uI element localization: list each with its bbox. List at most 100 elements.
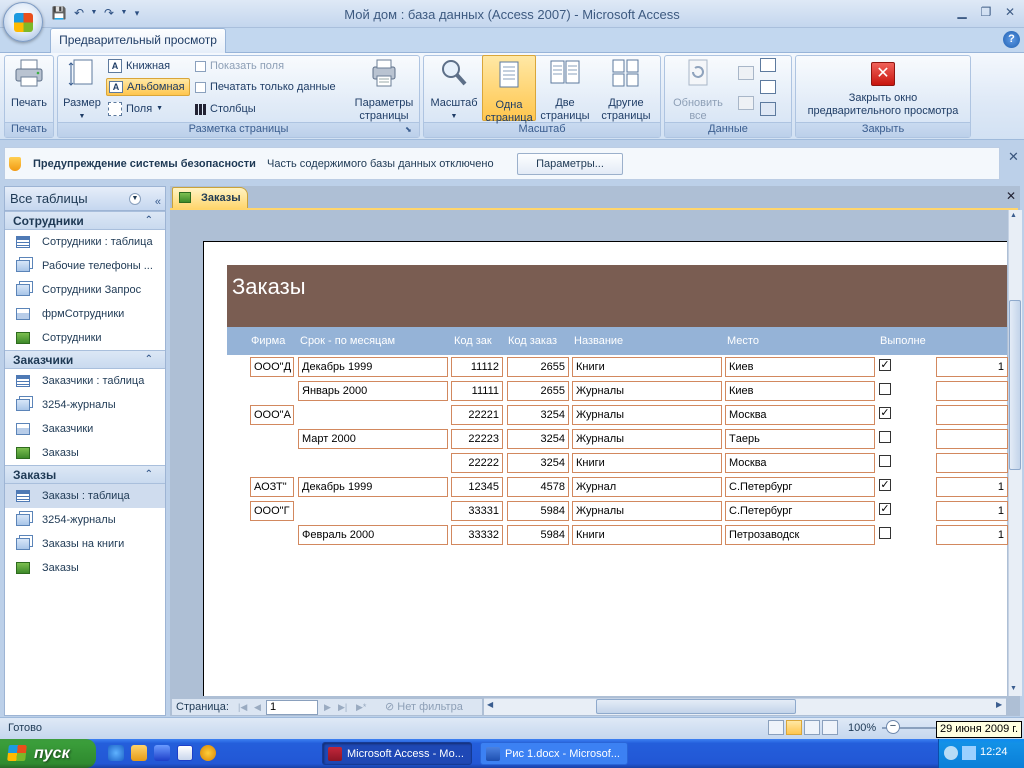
table-icon [16, 236, 30, 248]
one-page-button[interactable]: Одна страница [482, 55, 536, 124]
security-options-button[interactable]: Параметры... [517, 153, 623, 175]
doc-tab-orders[interactable]: Заказы [172, 187, 248, 209]
collapse-group-icon[interactable]: ⌃ [145, 212, 153, 230]
zoom-out-icon[interactable]: − [886, 720, 900, 734]
prev-page-icon[interactable]: ◀ [254, 699, 261, 715]
nav-item-label: Рабочие телефоны ... [42, 260, 153, 272]
ie-icon[interactable] [108, 745, 124, 761]
zoom-percent[interactable]: 100% [848, 722, 876, 734]
nav-item[interactable]: Заказчики : таблица [5, 369, 165, 393]
export-excel-icon[interactable] [738, 66, 754, 80]
show-fields-checkbox[interactable]: Показать поля [195, 57, 284, 75]
windows-flag-icon [7, 745, 27, 761]
nav-group-label: Заказчики [13, 353, 74, 367]
explorer-icon[interactable] [131, 745, 147, 761]
dialog-launcher-icon[interactable]: ⬊ [405, 125, 412, 134]
next-page-icon[interactable]: ▶ [324, 699, 331, 715]
zoom-button[interactable]: Масштаб ▼ [428, 57, 480, 123]
media-player-icon[interactable] [200, 745, 216, 761]
customize-qat-icon[interactable]: ▾ [130, 5, 144, 21]
nav-group-header[interactable]: Сотрудники ⌃ [5, 211, 165, 230]
view-print-preview-icon[interactable] [768, 720, 784, 735]
cell-place: Киев [725, 357, 875, 377]
two-pages-button[interactable]: Две страницы [538, 57, 592, 123]
margins-button[interactable]: Поля ▼ [108, 100, 163, 118]
task-access[interactable]: Microsoft Access - Мо... [322, 742, 472, 765]
nav-dropdown-icon[interactable]: ▼ [129, 193, 141, 205]
view-layout-icon[interactable] [804, 720, 820, 735]
close-preview-button[interactable]: ✕ Закрыть окно предварительного просмотр… [797, 57, 969, 118]
undo-icon[interactable]: ↶ [70, 5, 88, 21]
last-page-icon[interactable]: ▶| [338, 699, 347, 715]
view-report-icon[interactable] [786, 720, 802, 735]
other-pages-button[interactable]: Другие страницы [594, 57, 658, 123]
portrait-button[interactable]: A Книжная [108, 57, 170, 75]
report-icon [16, 562, 30, 574]
nav-group-header[interactable]: Заказчики ⌃ [5, 350, 165, 369]
close-window-icon[interactable]: ✕ [999, 4, 1021, 20]
tray-arrow-icon[interactable] [944, 746, 958, 760]
export-more-icon[interactable] [760, 102, 776, 116]
nav-item[interactable]: Заказчики [5, 417, 165, 441]
vertical-scroll-thumb[interactable] [1009, 300, 1021, 470]
print-data-only-checkbox[interactable]: Печатать только данные [195, 78, 336, 96]
nav-header[interactable]: Все таблицы ▼ « [5, 187, 165, 211]
help-icon[interactable]: ? [1003, 31, 1020, 48]
quick-access-toolbar: 💾 ↶ ▼ ↷ ▼ ▾ [50, 5, 144, 23]
horizontal-scroll-thumb[interactable] [596, 699, 796, 714]
nav-item[interactable]: Заказы на книги [5, 532, 165, 556]
nav-item[interactable]: Заказы [5, 556, 165, 580]
first-page-icon[interactable]: |◀ [238, 699, 247, 715]
nav-item[interactable]: Заказы : таблица [5, 484, 165, 508]
task-word[interactable]: Рис 1.docx - Microsof... [480, 742, 628, 765]
scroll-right-icon[interactable]: ▶ [996, 700, 1002, 709]
nav-item[interactable]: фрмСотрудники [5, 302, 165, 326]
nav-group-header[interactable]: Заказы ⌃ [5, 465, 165, 484]
nav-item[interactable]: 3254-журналы [5, 508, 165, 532]
collapse-group-icon[interactable]: ⌃ [145, 466, 153, 484]
page-number-input[interactable]: 1 [266, 700, 318, 715]
redo-icon[interactable]: ↷ [100, 5, 118, 21]
close-security-bar-icon[interactable]: ✕ [1008, 149, 1019, 165]
tab-print-preview[interactable]: Предварительный просмотр [50, 28, 226, 53]
scroll-down-icon[interactable]: ▼ [1010, 685, 1017, 692]
office-button[interactable] [3, 2, 43, 42]
start-button[interactable]: пуск [0, 739, 96, 768]
cell-extra [936, 405, 1008, 425]
columns-button[interactable]: Столбцы [195, 100, 256, 118]
nav-item[interactable]: Заказы [5, 441, 165, 465]
minimize-icon[interactable]: ▁ [951, 4, 973, 20]
word-icon[interactable] [177, 745, 193, 761]
collapse-group-icon[interactable]: ⌃ [145, 351, 153, 369]
maximize-icon[interactable]: ❐ [975, 4, 997, 20]
page-setup-button[interactable]: Параметры страницы [350, 57, 418, 123]
nav-item[interactable]: 3254-журналы [5, 393, 165, 417]
redo-dropdown-icon[interactable]: ▼ [120, 5, 128, 21]
nav-item[interactable]: Сотрудники [5, 326, 165, 350]
scroll-left-icon[interactable]: ◀ [487, 700, 493, 709]
undo-dropdown-icon[interactable]: ▼ [90, 5, 98, 21]
cell-code1: 22223 [451, 429, 503, 449]
size-button[interactable]: Размер ▼ [60, 57, 104, 123]
desktop-icon[interactable] [154, 745, 170, 761]
refresh-all-button[interactable]: Обновить все [667, 57, 729, 123]
landscape-button[interactable]: A Альбомная [106, 78, 190, 96]
view-design-icon[interactable] [822, 720, 838, 735]
scroll-up-icon[interactable]: ▲ [1010, 212, 1017, 219]
task-access-label: Microsoft Access - Мо... [347, 748, 464, 760]
refresh-label-1: Обновить [673, 97, 723, 109]
nav-header-label: Все таблицы [10, 191, 88, 206]
export-text-icon[interactable] [760, 80, 776, 94]
nav-item[interactable]: Сотрудники : таблица [5, 230, 165, 254]
export-list-icon[interactable] [738, 96, 754, 110]
save-icon[interactable]: 💾 [50, 5, 68, 21]
filter-status[interactable]: ⊘ Нет фильтра [385, 699, 463, 715]
print-button[interactable]: Печать [6, 57, 52, 110]
export-word-icon[interactable] [760, 58, 776, 72]
nav-item[interactable]: Рабочие телефоны ... [5, 254, 165, 278]
tray-network-icon[interactable] [962, 746, 976, 760]
close-document-icon[interactable]: ✕ [1006, 189, 1016, 203]
refresh-label-2: все [689, 110, 707, 122]
nav-item[interactable]: Сотрудники Запрос [5, 278, 165, 302]
new-page-icon[interactable]: ▶* [356, 699, 366, 715]
